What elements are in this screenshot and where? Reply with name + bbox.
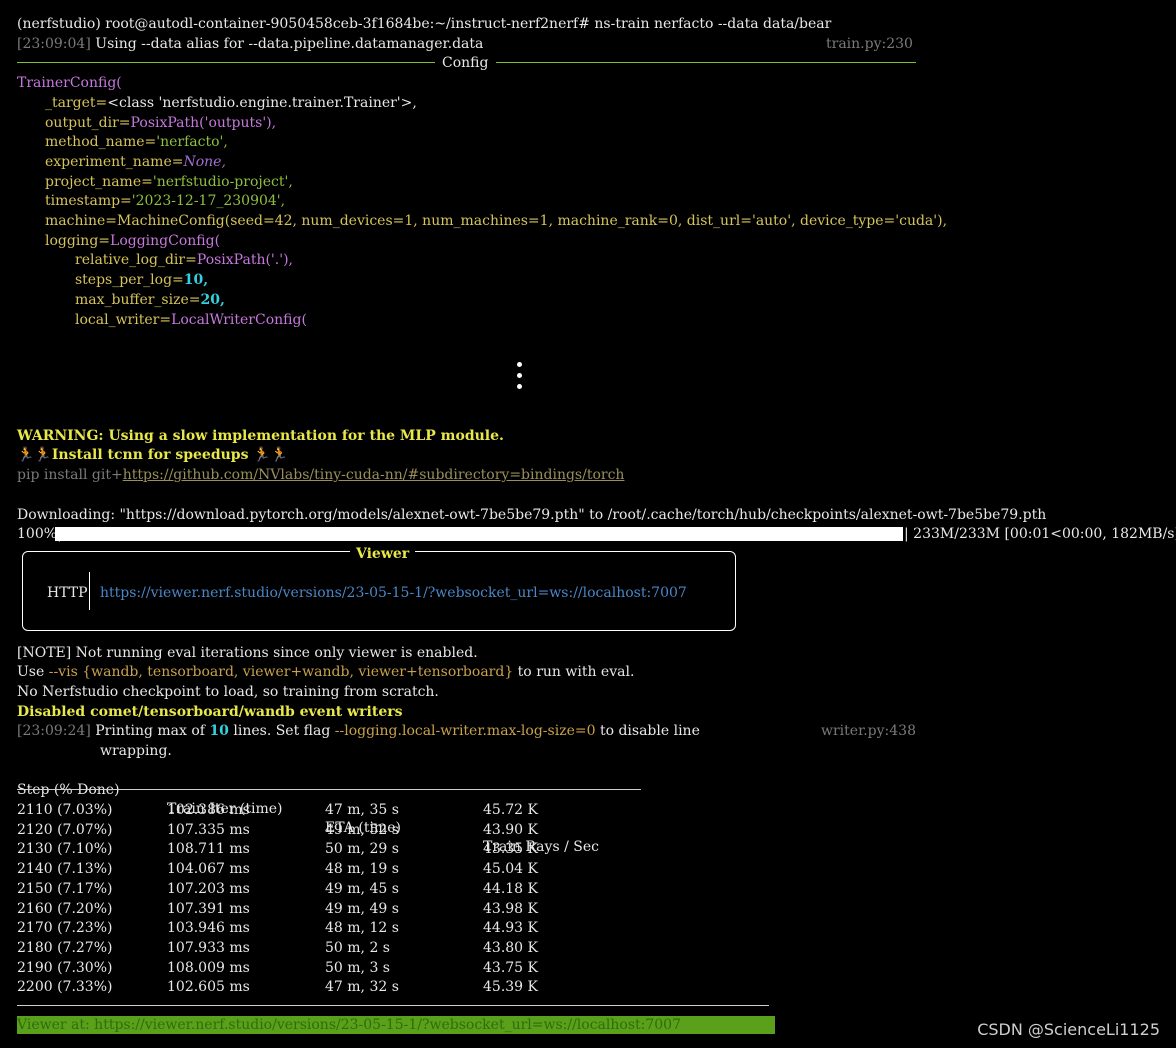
table-cell: 43.75 K <box>483 959 538 976</box>
config-title: Config <box>442 55 489 71</box>
pip-install-line: pip install git+https://github.com/NVlab… <box>17 467 625 483</box>
table-cell: 108.711 ms <box>167 841 250 858</box>
table-cell: 45.39 K <box>483 979 538 996</box>
table-cell: 107.335 ms <box>167 821 250 838</box>
table-cell: 107.391 ms <box>167 900 250 917</box>
viewer-protocol: HTTP <box>47 585 88 601</box>
config-rule-right <box>496 62 916 63</box>
note-vis: Use --vis {wandb, tensorboard, viewer+wa… <box>17 664 635 680</box>
table-cell: 49 m, 49 s <box>325 900 399 917</box>
table-cell: 103.946 ms <box>167 920 250 937</box>
config-line-machine: machine=MachineConfig(seed=42, num_devic… <box>45 213 948 229</box>
config-line: logging=LoggingConfig( <box>45 233 221 249</box>
table-cell: 2200 (7.33%) <box>17 979 113 996</box>
config-line: max_buffer_size=20, <box>75 292 225 308</box>
config-line: experiment_name=None, <box>45 154 226 170</box>
table-cell: 2190 (7.30%) <box>17 959 113 976</box>
table-cell: 2140 (7.13%) <box>17 861 113 878</box>
table-cell: 50 m, 29 s <box>325 841 399 858</box>
download-line: Downloading: "https://download.pytorch.o… <box>17 507 1047 523</box>
table-cell: 102.605 ms <box>167 979 250 996</box>
table-footer-divider <box>17 1005 769 1006</box>
table-cell: 2110 (7.03%) <box>17 802 113 818</box>
config-line: method_name='nerfacto', <box>45 134 228 150</box>
log-line-alias: [23:09:04] Using --data alias for --data… <box>17 35 483 54</box>
table-cell: 107.933 ms <box>167 939 250 956</box>
viewer-title: Viewer <box>350 545 416 564</box>
log-line-writer: [23:09:24] Printing max of 10 lines. Set… <box>17 723 700 739</box>
table-cell: 43.35 K <box>483 841 538 858</box>
shell-prompt: (nerfstudio) root@autodl-container-90504… <box>17 16 832 32</box>
config-line: local_writer=LocalWriterConfig( <box>75 312 307 328</box>
table-cell: 48 m, 19 s <box>325 861 399 878</box>
table-cell: 43.90 K <box>483 821 538 838</box>
table-cell: 2120 (7.07%) <box>17 821 113 838</box>
progress-stats: | 233M/233M [00:01<00:00, 182MB/s] <box>904 526 1176 542</box>
table-cell: 48 m, 12 s <box>325 920 399 937</box>
config-line: timestamp='2023-12-17_230904', <box>45 193 286 209</box>
config-line: output_dir=PosixPath('outputs'), <box>45 115 277 131</box>
table-cell: 49 m, 45 s <box>325 880 399 897</box>
table-cell: 2170 (7.23%) <box>17 920 113 937</box>
config-line: project_name='nerfstudio-project', <box>45 174 293 190</box>
table-cell: 45.72 K <box>483 802 538 818</box>
table-cell: 49 m, 52 s <box>325 821 399 838</box>
config-line: _target=<class 'nerfstudio.engine.traine… <box>45 95 417 111</box>
table-cell: 2130 (7.10%) <box>17 841 113 858</box>
config-line: TrainerConfig( <box>17 75 122 91</box>
table-cell: 102.386 ms <box>167 802 250 818</box>
table-cell: 43.80 K <box>483 939 538 956</box>
table-cell: 2150 (7.17%) <box>17 880 113 897</box>
config-line: steps_per_log=10, <box>75 272 209 288</box>
note-eval: [NOTE] Not running eval iterations since… <box>17 645 478 661</box>
note-checkpoint: No Nerfstudio checkpoint to load, so tra… <box>17 684 439 700</box>
tcnn-hint: 🏃🏃Install tcnn for speedups 🏃🏃 <box>17 447 289 463</box>
table-cell: 44.93 K <box>483 920 538 937</box>
log-message: Using --data alias for --data.pipeline.d… <box>95 36 484 52</box>
log-source: writer.py:438 <box>821 723 916 739</box>
table-cell: 50 m, 2 s <box>325 939 390 956</box>
tcnn-link[interactable]: https://github.com/NVlabs/tiny-cuda-nn/#… <box>123 467 625 483</box>
viewer-url-link[interactable]: https://viewer.nerf.studio/versions/23-0… <box>100 584 687 603</box>
viewer-status-bar: Viewer at: https://viewer.nerf.studio/ve… <box>17 1016 775 1034</box>
download-progress-bar <box>55 527 903 541</box>
log-source: train.py:230 <box>826 36 913 52</box>
table-cell: 107.203 ms <box>167 880 250 897</box>
vertical-ellipsis-icon <box>517 362 523 395</box>
watermark: CSDN @ScienceLi1125 <box>977 1020 1160 1039</box>
config-line: relative_log_dir=PosixPath('.'), <box>75 252 293 268</box>
config-rule-left <box>17 62 435 63</box>
table-cell: 50 m, 3 s <box>325 959 390 976</box>
table-cell: 44.18 K <box>483 880 538 897</box>
table-cell: 45.04 K <box>483 861 538 878</box>
table-cell: 2160 (7.20%) <box>17 900 113 917</box>
table-cell: 47 m, 32 s <box>325 979 399 996</box>
table-cell: 108.009 ms <box>167 959 250 976</box>
viewer-divider <box>89 572 90 610</box>
table-cell: 43.98 K <box>483 900 538 917</box>
table-cell: 47 m, 35 s <box>325 802 399 818</box>
table-cell: 2180 (7.27%) <box>17 939 113 956</box>
table-cell: 104.067 ms <box>167 861 250 878</box>
note-writers: Disabled comet/tensorboard/wandb event w… <box>17 704 403 720</box>
warning-line: WARNING: Using a slow implementation for… <box>17 428 504 444</box>
log-timestamp: [23:09:04] <box>17 36 91 52</box>
table-header-divider <box>17 789 641 790</box>
log-line-wrap: wrapping. <box>100 743 172 759</box>
